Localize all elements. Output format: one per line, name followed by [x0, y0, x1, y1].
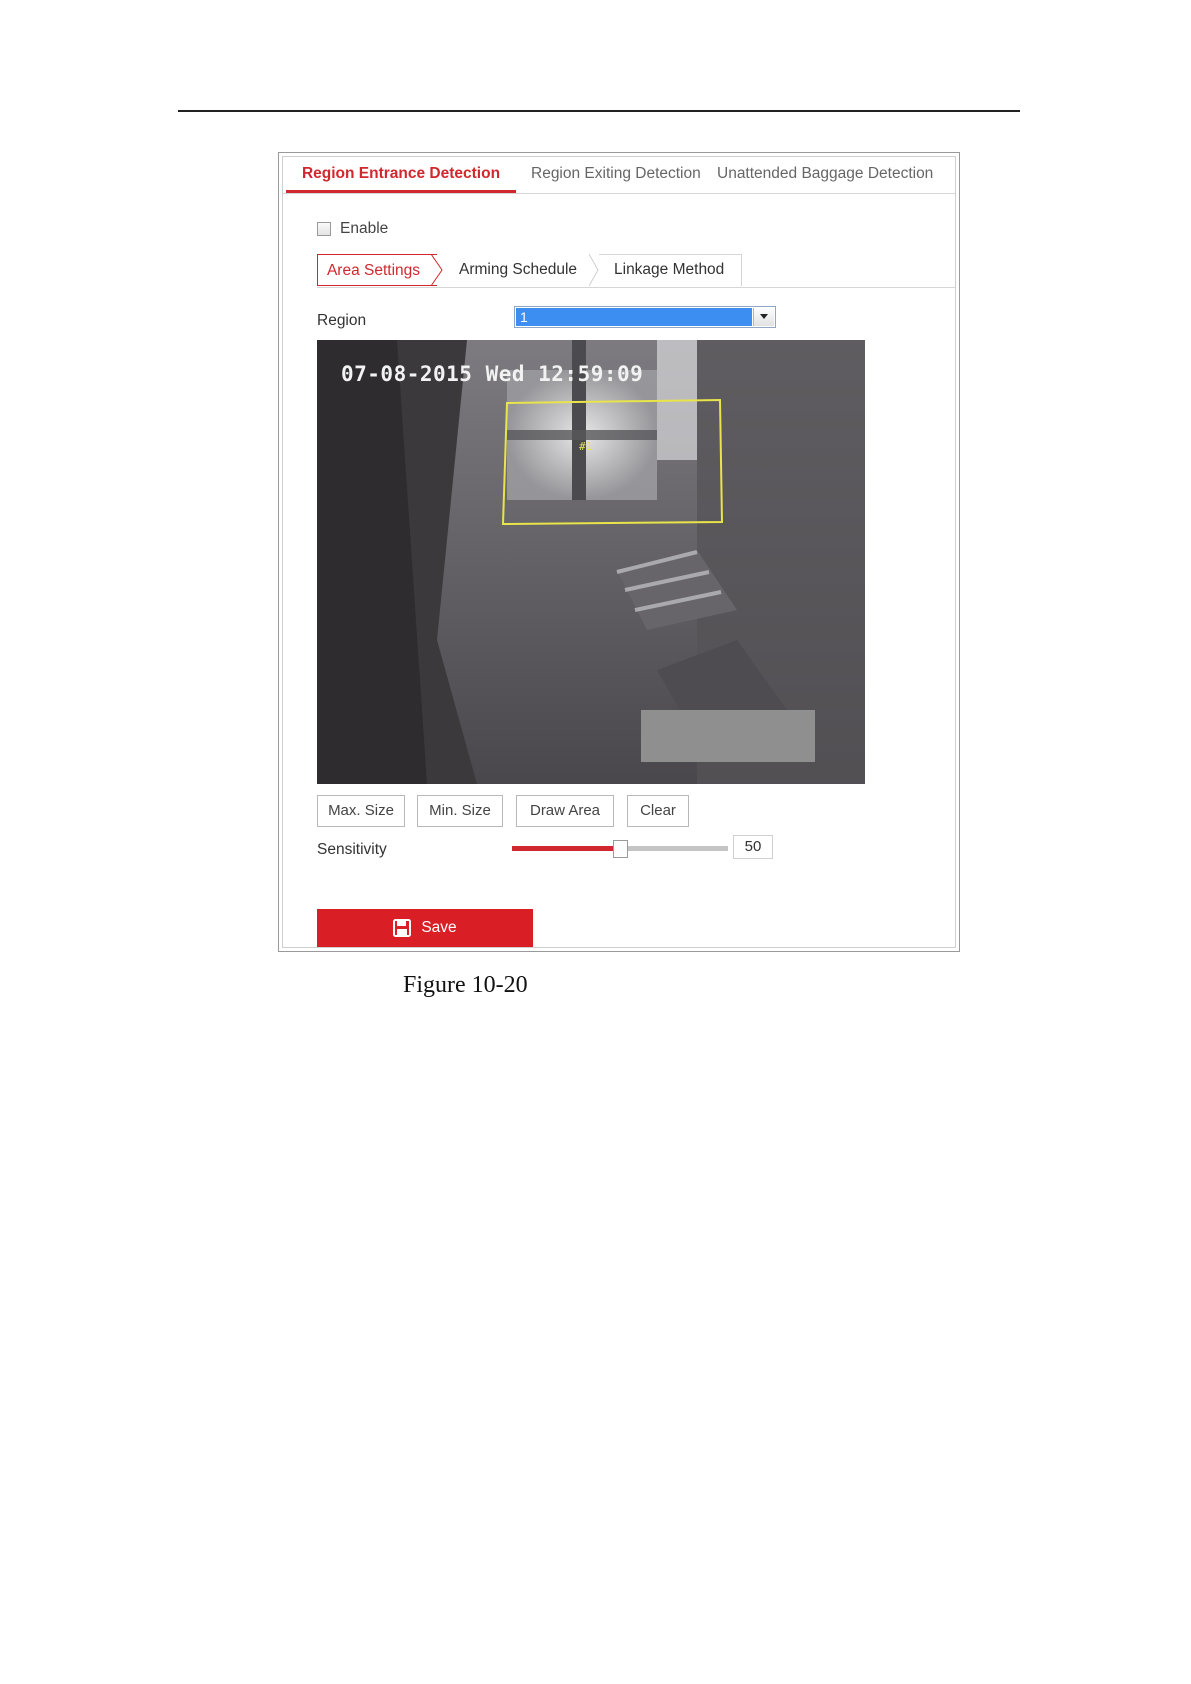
floppy-disk-icon — [393, 919, 412, 937]
enable-label: Enable — [340, 220, 389, 237]
figure-caption: Figure 10-20 — [403, 972, 528, 998]
slider-thumb[interactable] — [613, 840, 628, 858]
chevron-down-icon — [760, 314, 768, 319]
sensitivity-label: Sensitivity — [317, 841, 387, 858]
max-size-button[interactable]: Max. Size — [317, 795, 405, 827]
detection-settings-panel: Region Entrance Detection Region Exiting… — [278, 152, 960, 952]
tab-region-entrance-detection[interactable]: Region Entrance Detection — [286, 157, 516, 193]
clear-button[interactable]: Clear — [627, 795, 689, 827]
region-selected-value: 1 — [516, 308, 752, 326]
header-rule — [178, 110, 1020, 112]
tab-region-exiting-detection[interactable]: Region Exiting Detection — [531, 157, 701, 193]
region-select[interactable]: 1 — [514, 306, 776, 328]
subtab-divider — [317, 287, 955, 288]
min-size-button[interactable]: Min. Size — [417, 795, 503, 827]
subtab-area-settings[interactable]: Area Settings — [317, 254, 437, 286]
enable-checkbox[interactable] — [317, 222, 331, 236]
draw-area-button[interactable]: Draw Area — [516, 795, 614, 827]
subtab-arrow-icon — [431, 254, 443, 286]
save-button[interactable]: Save — [317, 909, 533, 947]
region-dropdown-button[interactable] — [753, 308, 774, 326]
enable-row: Enable — [317, 219, 388, 239]
slider-fill — [512, 846, 620, 851]
privacy-mask — [641, 710, 815, 762]
main-tab-bar: Region Entrance Detection Region Exiting… — [283, 157, 955, 194]
panel-frame: Region Entrance Detection Region Exiting… — [282, 156, 956, 948]
region-rule-label: #1 — [579, 440, 593, 453]
live-video-preview[interactable]: 07-08-2015 Wed 12:59:09 #1 — [317, 340, 865, 784]
region-label: Region — [317, 312, 367, 329]
tab-unattended-baggage-detection[interactable]: Unattended Baggage Detection — [717, 157, 933, 193]
video-timestamp: 07-08-2015 Wed 12:59:09 — [341, 362, 644, 386]
subtab-arming-schedule[interactable]: Arming Schedule — [459, 254, 577, 286]
sensitivity-value-field[interactable]: 50 — [733, 835, 773, 859]
subtab-separator-icon — [589, 254, 599, 286]
subtab-linkage-method[interactable]: Linkage Method — [614, 254, 724, 286]
sensitivity-slider[interactable] — [512, 840, 728, 858]
save-label: Save — [421, 919, 457, 936]
